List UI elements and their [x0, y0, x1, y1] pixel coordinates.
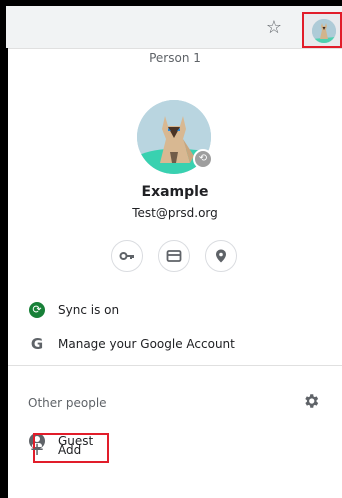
- addresses-button[interactable]: [205, 240, 237, 272]
- person-label: Person 1: [149, 51, 201, 65]
- google-g-icon: G: [30, 335, 44, 353]
- star-icon[interactable]: ☆: [264, 18, 284, 38]
- card-icon: [166, 250, 182, 262]
- sync-row[interactable]: ⟳ Sync is on: [8, 295, 342, 325]
- manage-account-row[interactable]: G Manage your Google Account: [8, 329, 342, 359]
- manage-account-label: Manage your Google Account: [58, 337, 235, 351]
- profile-email: Test@prsd.org: [132, 206, 218, 220]
- profile-name: Example: [141, 184, 209, 200]
- sync-off-icon: ⟲: [195, 151, 211, 167]
- toolbar-background: ☆: [6, 6, 342, 48]
- location-icon: [216, 249, 226, 263]
- browser-toolbar: ☆: [0, 0, 342, 48]
- sync-label: Sync is on: [58, 303, 120, 317]
- payment-methods-button[interactable]: [158, 240, 190, 272]
- manage-people-gear-icon[interactable]: [302, 392, 320, 410]
- sync-on-icon: ⟳: [29, 302, 45, 318]
- add-person-row[interactable]: + Add: [8, 435, 342, 465]
- add-label: Add: [58, 443, 82, 457]
- sync-status-badge: ⟲: [193, 149, 213, 169]
- plus-icon: +: [29, 439, 45, 460]
- menu-top-border: [8, 48, 342, 49]
- profile-menu: Person 1 ⟲ Example Test@prsd.org ⟳ Sync …: [8, 48, 342, 498]
- other-people-label: Other people: [28, 396, 107, 410]
- key-icon: [119, 252, 134, 260]
- profile-avatar-icon: [312, 19, 336, 43]
- menu-divider: [8, 365, 342, 366]
- passwords-button[interactable]: [111, 240, 143, 272]
- profile-avatar-button[interactable]: [302, 12, 342, 48]
